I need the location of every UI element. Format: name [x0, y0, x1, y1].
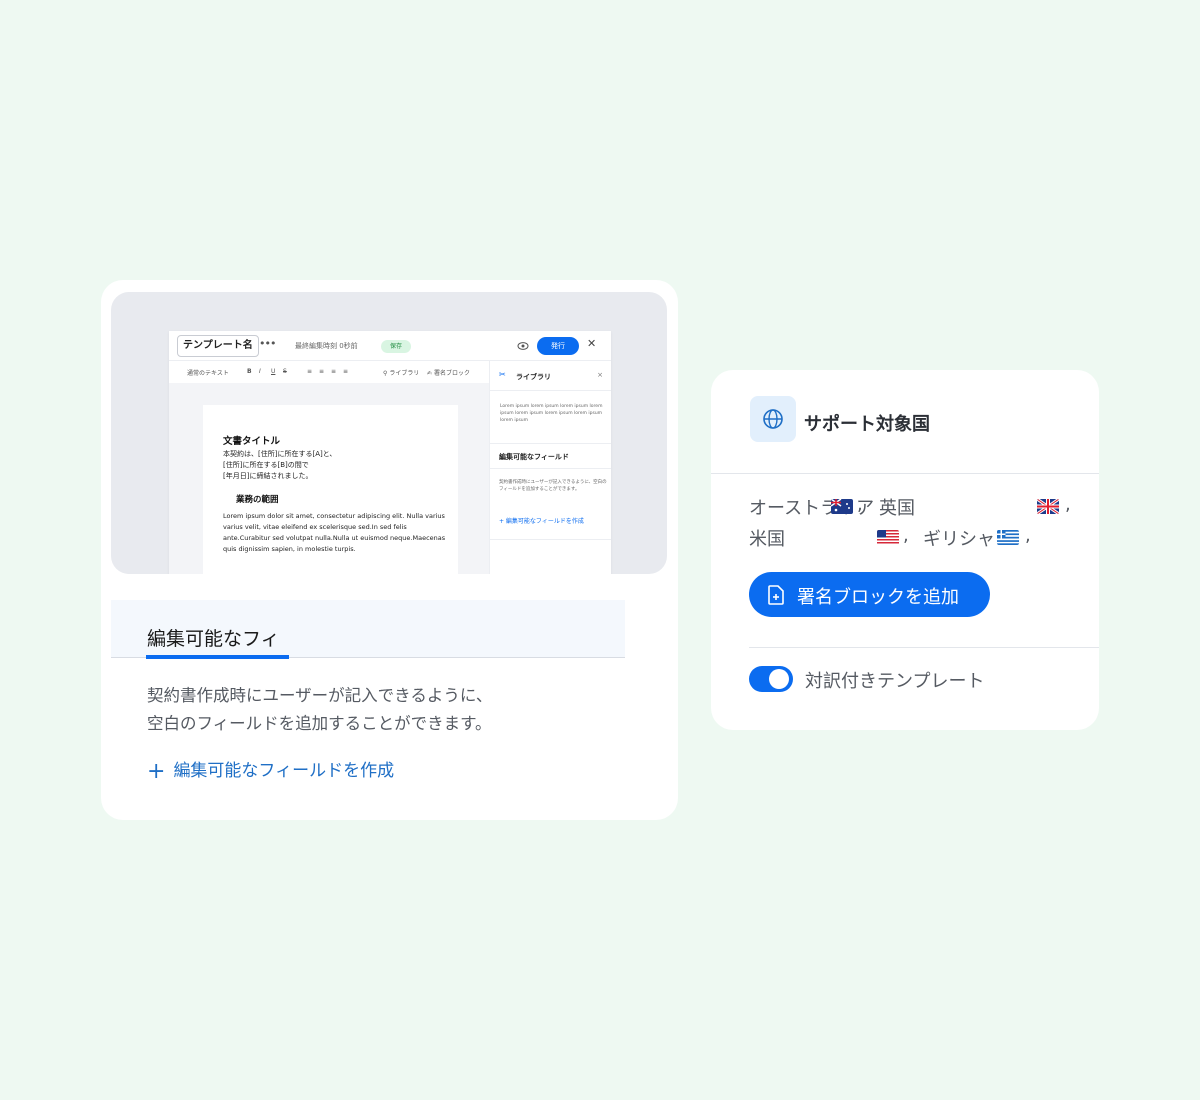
document-body[interactable]: Lorem ipsum dolor sit amet, consectetur …: [223, 511, 449, 555]
us-flag-icon: [877, 530, 899, 545]
strike-button[interactable]: S: [283, 368, 287, 375]
countries-card-title: サポート対象国: [804, 414, 930, 435]
library-lorem: Lorem ipsum lorem ipsum lorem ipsum lore…: [500, 404, 603, 423]
close-icon[interactable]: ✕: [587, 337, 596, 350]
australia-flag-icon: [831, 499, 853, 514]
panel-close-icon[interactable]: ×: [597, 371, 603, 379]
publish-button[interactable]: 発行: [537, 337, 579, 355]
active-tab-indicator: [146, 655, 289, 659]
library-panel-title: ライブラリ: [516, 373, 551, 381]
countries-card-header: サポート対象国: [711, 370, 1099, 474]
more-icon[interactable]: •••: [259, 337, 276, 350]
align-center-icon[interactable]: ≡: [319, 368, 324, 375]
editor-toolbar: 通常のテキスト B I U S ≡ ≡ ≡ ≡ ⚲ ライブラリ ✍ 署名ブロック: [169, 361, 489, 383]
country-sep: ,: [1025, 525, 1031, 546]
editable-field-desc: 契約書作成時にユーザーが記入できるように、空白のフィールドを追加することができま…: [499, 480, 607, 492]
editor-topbar: テンプレート名 ••• 最終編集時刻 0秒前 保存 発行 ✕: [169, 331, 611, 361]
editor-window: テンプレート名 ••• 最終編集時刻 0秒前 保存 発行 ✕ 通常のテキスト B…: [169, 331, 611, 574]
country-sep: ,: [903, 525, 909, 546]
text-style-select[interactable]: 通常のテキスト: [187, 368, 229, 377]
saved-badge: 保存: [381, 340, 411, 353]
align-left-icon[interactable]: ≡: [307, 368, 312, 375]
create-field-link[interactable]: + 編集可能なフィールドを作成: [147, 756, 395, 784]
library-panel: ✂ ライブラリ × Lorem ipsum lorem ipsum lorem …: [489, 361, 611, 574]
panel-divider: [490, 539, 611, 540]
document-title[interactable]: 文書タイトル: [223, 433, 280, 447]
country-line-1: オーストラリア , 英国 ,: [749, 490, 1089, 521]
last-edited-text: 最終編集時刻 0秒前: [295, 342, 358, 350]
globe-icon: [763, 409, 783, 429]
tab-strip: 編集可能なフィ: [111, 600, 625, 659]
countries-card: サポート対象国 オーストラリア , 英国 , 米国 , ギリシャ , 署名ブロッ…: [711, 370, 1099, 730]
editable-field-section[interactable]: 編集可能なフィールド: [490, 443, 611, 469]
template-name-field[interactable]: テンプレート名: [177, 335, 259, 357]
feature-card: テンプレート名 ••• 最終編集時刻 0秒前 保存 発行 ✕ 通常のテキスト B…: [101, 280, 678, 820]
bold-button[interactable]: B: [247, 368, 252, 375]
country-sep: ,: [857, 494, 863, 515]
toolbar-library-button[interactable]: ⚲ ライブラリ: [383, 368, 419, 377]
country-us: 米国: [749, 529, 785, 550]
underline-button[interactable]: U: [271, 368, 275, 375]
bilingual-template-toggle[interactable]: [749, 666, 793, 692]
panel-create-field-link[interactable]: + 編集可能なフィールドを作成: [499, 516, 584, 525]
add-document-icon: [768, 585, 784, 605]
document-subtitle[interactable]: 業務の範囲: [236, 493, 279, 505]
country-uk: 英国: [879, 498, 915, 519]
feature-description: 契約書作成時にユーザーが記入できるように、 空白のフィールドを追加することができ…: [147, 686, 493, 733]
editor-preview: テンプレート名 ••• 最終編集時刻 0秒前 保存 発行 ✕ 通常のテキスト B…: [111, 292, 667, 574]
add-signature-block-label: 署名ブロックを追加: [797, 587, 959, 608]
toolbar-signature-button[interactable]: ✍ 署名ブロック: [427, 368, 470, 377]
country-sep: ,: [1065, 494, 1071, 515]
document-canvas: 文書タイトル 本契約は、[住所]に所在する[A]と、 [住所]に所在する[B]の…: [169, 383, 489, 574]
uk-flag-icon: [1037, 499, 1059, 514]
greece-flag-icon: [997, 530, 1019, 545]
country-line-2: 米国 , ギリシャ ,: [749, 521, 1089, 552]
italic-button[interactable]: I: [259, 368, 261, 375]
bilingual-template-label: 対訳付きテンプレート: [805, 671, 985, 692]
plus-icon: +: [147, 759, 166, 784]
country-greece: ギリシャ: [923, 529, 995, 550]
preview-eye-icon[interactable]: [517, 340, 529, 352]
document-paragraph[interactable]: 本契約は、[住所]に所在する[A]と、 [住所]に所在する[B]の間で [年月日…: [223, 449, 443, 482]
country-list: オーストラリア , 英国 , 米国 , ギリシャ ,: [749, 490, 1089, 552]
globe-icon-box: [750, 396, 796, 442]
library-icon: ✂: [499, 370, 506, 379]
divider: [749, 647, 1099, 648]
add-signature-block-button[interactable]: 署名ブロックを追加: [749, 572, 990, 617]
tab-editable-fields[interactable]: 編集可能なフィ: [147, 624, 280, 651]
align-right-icon[interactable]: ≡: [331, 368, 336, 375]
create-field-link-label: 編集可能なフィールドを作成: [173, 761, 395, 781]
country-australia: オーストラリア: [749, 498, 875, 519]
editable-field-section-title: 編集可能なフィールド: [499, 453, 569, 461]
document-page: 文書タイトル 本契約は、[住所]に所在する[A]と、 [住所]に所在する[B]の…: [203, 405, 458, 574]
align-justify-icon[interactable]: ≡: [343, 368, 348, 375]
toggle-knob: [769, 669, 789, 689]
library-panel-header: ✂ ライブラリ ×: [490, 361, 611, 391]
